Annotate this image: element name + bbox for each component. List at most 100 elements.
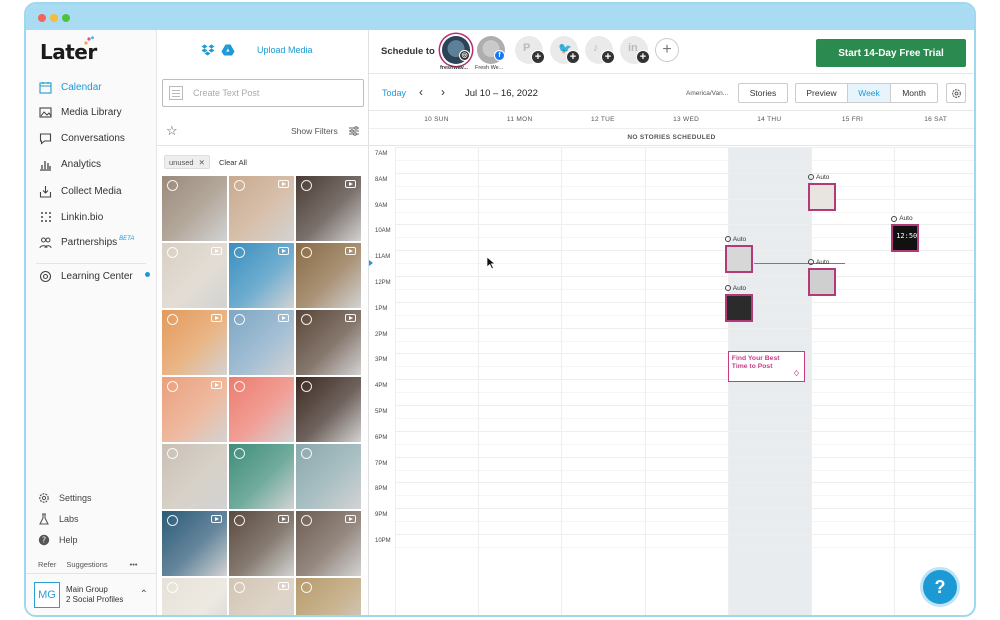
media-thumbnail[interactable]	[229, 310, 294, 375]
media-thumbnail[interactable]	[296, 243, 361, 308]
create-text-post-field[interactable]: Create Text Post	[162, 79, 364, 107]
maximize-window-button[interactable]	[62, 14, 70, 22]
media-thumbnail[interactable]	[296, 310, 361, 375]
sidebar-item-media-library[interactable]: Media Library	[38, 102, 122, 122]
chevron-right-icon[interactable]: ›	[441, 85, 445, 99]
sidebar-item-settings[interactable]: Settings	[38, 492, 92, 504]
media-thumbnail[interactable]	[162, 511, 227, 576]
sidebar-item-help[interactable]: ? Help	[38, 534, 78, 546]
sidebar-item-linkin-bio[interactable]: Linkin.bio	[38, 207, 103, 227]
close-window-button[interactable]	[38, 14, 46, 22]
media-thumbnail[interactable]	[296, 578, 361, 615]
select-checkbox-icon[interactable]	[167, 448, 178, 459]
more-dots-icon[interactable]: •••	[130, 560, 138, 569]
sidebar-item-partnerships[interactable]: Partnerships BETA	[38, 232, 134, 252]
today-button[interactable]: Today	[382, 88, 406, 98]
view-week-button[interactable]: Week	[848, 84, 891, 102]
suggestions-link[interactable]: Suggestions	[66, 560, 107, 569]
gear-icon	[951, 88, 961, 98]
select-checkbox-icon[interactable]	[301, 180, 312, 191]
media-thumbnail[interactable]	[162, 444, 227, 509]
select-checkbox-icon[interactable]	[234, 448, 245, 459]
media-thumbnail[interactable]	[296, 511, 361, 576]
stories-button[interactable]: Stories	[738, 83, 788, 103]
media-thumbnail[interactable]	[162, 243, 227, 308]
hour-line	[395, 379, 974, 381]
post-thumbnail: 12:50	[891, 224, 920, 253]
hour-row: 6PM	[369, 430, 974, 457]
auto-publish-label: Auto	[808, 258, 836, 267]
sidebar-item-learning-center[interactable]: Learning Center	[38, 266, 133, 286]
select-checkbox-icon[interactable]	[301, 515, 312, 526]
add-profile-button[interactable]: +	[655, 38, 679, 62]
scheduled-post[interactable]: Auto	[808, 258, 836, 296]
refer-link[interactable]: Refer	[38, 560, 56, 569]
start-trial-button[interactable]: Start 14-Day Free Trial	[816, 39, 966, 67]
media-thumbnail[interactable]	[162, 578, 227, 615]
sidebar-item-labs[interactable]: Labs	[38, 513, 79, 525]
select-checkbox-icon[interactable]	[234, 381, 245, 392]
view-preview-button[interactable]: Preview	[796, 84, 848, 102]
profile-switcher[interactable]: MG Main Group 2 Social Profiles ⌃	[26, 573, 156, 615]
sidebar-item-analytics[interactable]: Analytics	[38, 154, 101, 174]
scheduled-post[interactable]: Auto	[724, 235, 753, 273]
minimize-window-button[interactable]	[50, 14, 58, 22]
upload-media-button[interactable]: Upload Media	[201, 44, 313, 56]
later-logo[interactable]: Later	[40, 36, 97, 64]
show-filters-button[interactable]: Show Filters	[291, 126, 338, 136]
media-thumbnail[interactable]	[229, 377, 294, 442]
media-thumbnail[interactable]	[296, 176, 361, 241]
sidebar-item-conversations[interactable]: Conversations	[38, 128, 125, 148]
add-account-badge[interactable]: +	[531, 50, 545, 64]
select-checkbox-icon[interactable]	[167, 314, 178, 325]
close-icon[interactable]: ✕	[199, 158, 205, 167]
select-checkbox-icon[interactable]	[167, 515, 178, 526]
select-checkbox-icon[interactable]	[301, 448, 312, 459]
sliders-icon[interactable]	[348, 125, 360, 137]
media-thumbnail[interactable]	[229, 243, 294, 308]
select-checkbox-icon[interactable]	[234, 180, 245, 191]
media-thumbnail[interactable]	[229, 578, 294, 615]
add-account-badge[interactable]: +	[566, 50, 580, 64]
add-account-badge[interactable]: +	[601, 50, 615, 64]
scheduled-post[interactable]: Auto 12:50	[891, 214, 920, 253]
media-thumbnail[interactable]	[229, 444, 294, 509]
select-checkbox-icon[interactable]	[234, 314, 245, 325]
select-checkbox-icon[interactable]	[234, 515, 245, 526]
select-checkbox-icon[interactable]	[167, 180, 178, 191]
scheduled-post[interactable]: Auto	[808, 173, 836, 211]
select-checkbox-icon[interactable]	[301, 582, 312, 593]
media-thumbnail[interactable]	[296, 444, 361, 509]
media-thumbnail[interactable]	[296, 377, 361, 442]
select-checkbox-icon[interactable]	[167, 582, 178, 593]
select-checkbox-icon[interactable]	[301, 247, 312, 258]
auto-icon	[724, 285, 731, 292]
sidebar-item-collect-media[interactable]: Collect Media	[38, 181, 122, 201]
select-checkbox-icon[interactable]	[301, 381, 312, 392]
sidebar-item-calendar[interactable]: Calendar	[38, 77, 102, 97]
media-thumbnail[interactable]	[229, 176, 294, 241]
star-icon[interactable]: ☆	[166, 123, 178, 139]
sidebar-divider	[36, 263, 146, 264]
hour-line	[395, 508, 974, 510]
select-checkbox-icon[interactable]	[234, 582, 245, 593]
media-thumbnail[interactable]	[162, 310, 227, 375]
media-thumbnail[interactable]	[162, 377, 227, 442]
calendar-settings-button[interactable]	[946, 83, 966, 103]
select-checkbox-icon[interactable]	[167, 247, 178, 258]
view-month-button[interactable]: Month	[891, 84, 937, 102]
chevron-left-icon[interactable]: ‹	[419, 85, 423, 99]
best-time-to-post-card[interactable]: Find Your Best Time to Post ♢	[727, 350, 805, 382]
timezone-select[interactable]: America/Van...	[686, 90, 728, 97]
scheduled-post[interactable]: Auto	[724, 284, 753, 322]
add-account-badge[interactable]: +	[636, 50, 650, 64]
filter-tag-unused[interactable]: unused ✕	[164, 155, 210, 169]
select-checkbox-icon[interactable]	[167, 381, 178, 392]
half-hour-line	[395, 211, 974, 213]
media-thumbnail[interactable]	[162, 176, 227, 241]
help-chat-button[interactable]: ?	[920, 567, 960, 607]
media-thumbnail[interactable]	[229, 511, 294, 576]
select-checkbox-icon[interactable]	[301, 314, 312, 325]
clear-all-button[interactable]: Clear All	[219, 158, 247, 167]
select-checkbox-icon[interactable]	[234, 247, 245, 258]
